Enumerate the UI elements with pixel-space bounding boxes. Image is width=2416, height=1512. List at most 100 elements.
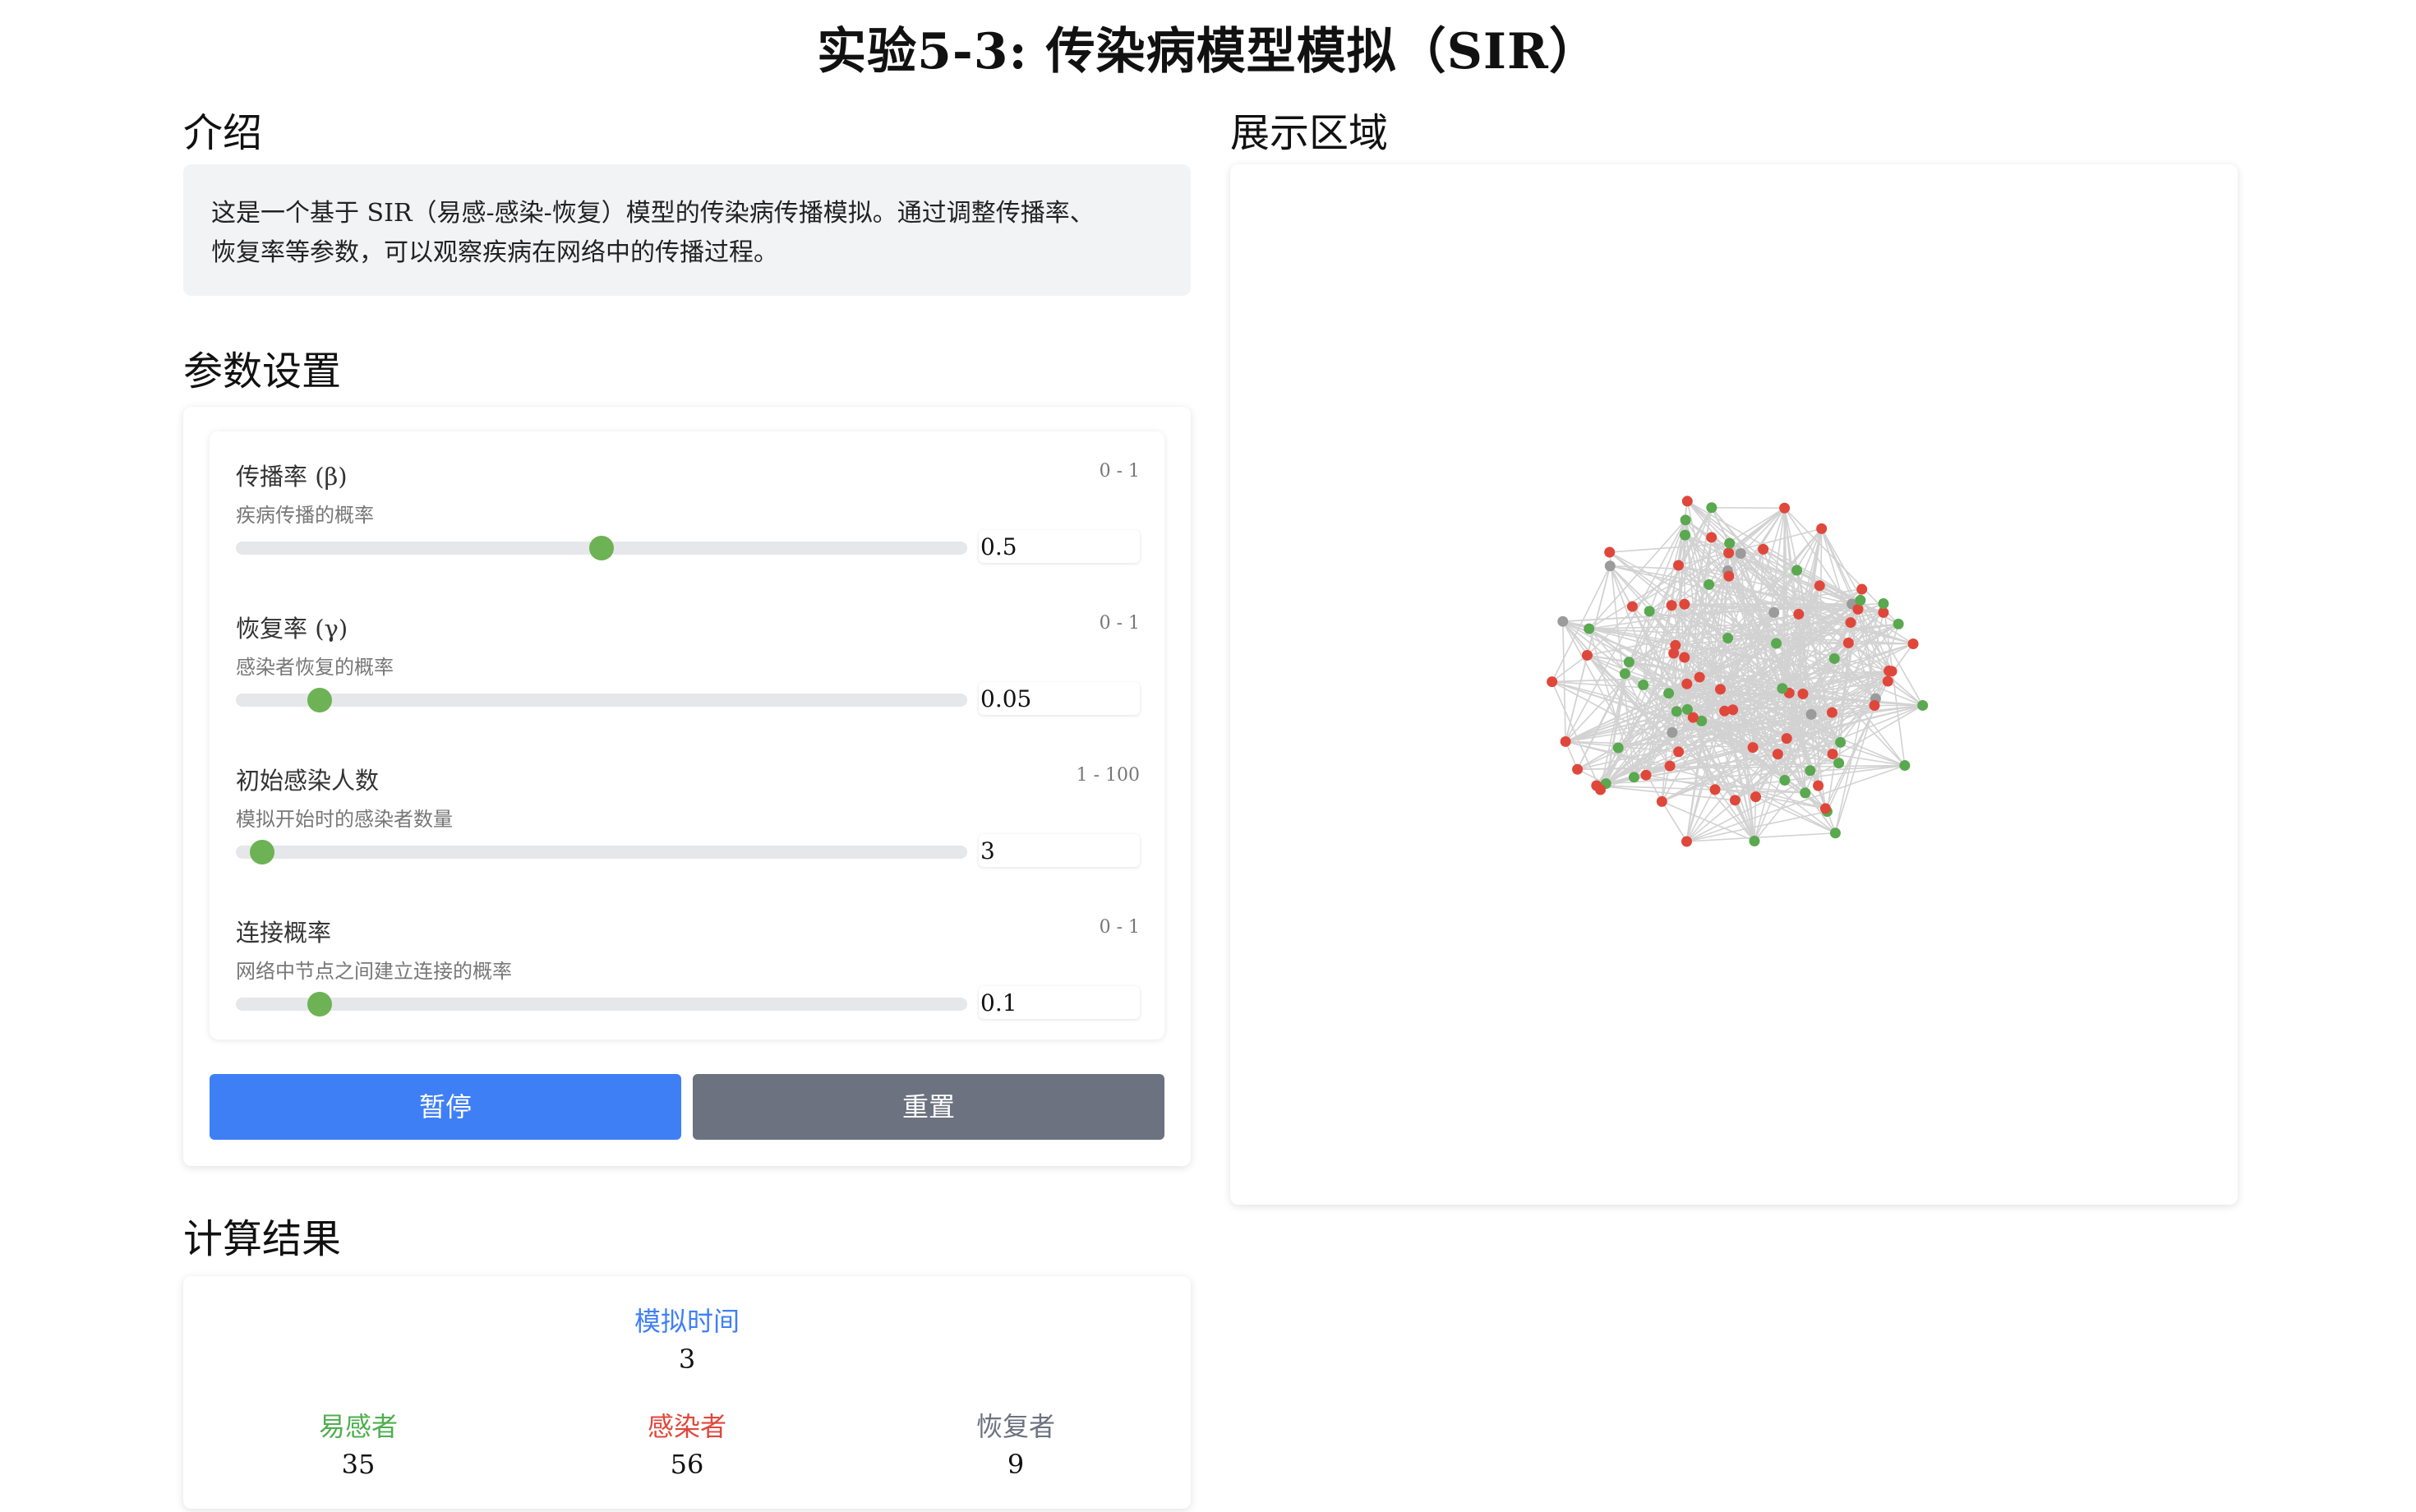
transmission-rate-input[interactable]: 0.5 [979,530,1140,563]
network-node-infected[interactable] [1656,795,1667,807]
network-node-infected[interactable] [1729,795,1741,806]
network-node-infected[interactable] [1869,699,1880,711]
network-node-infected[interactable] [1907,638,1919,650]
network-node-infected[interactable] [1572,763,1584,775]
slider-thumb[interactable] [250,840,275,864]
network-node-infected[interactable] [1681,836,1692,847]
network-node-susceptible[interactable] [1679,529,1690,541]
network-node-infected[interactable] [1772,749,1783,760]
network-node-recovered[interactable] [1604,560,1616,572]
network-node-susceptible[interactable] [1800,787,1811,799]
network-node-susceptible[interactable] [1680,514,1691,526]
network-node-susceptible[interactable] [1724,537,1736,549]
network-node-susceptible[interactable] [1835,736,1847,748]
network-node-susceptible[interactable] [1584,623,1595,634]
network-node-infected[interactable] [1827,749,1838,760]
network-node-infected[interactable] [1687,712,1699,723]
network-node-susceptible[interactable] [1644,606,1655,617]
network-node-infected[interactable] [1747,742,1759,754]
network-node-susceptible[interactable] [1638,679,1649,690]
network-node-infected[interactable] [1672,560,1684,571]
network-node-infected[interactable] [1813,780,1824,791]
network-node-susceptible[interactable] [1878,597,1889,609]
network-node-susceptible[interactable] [1899,760,1911,772]
network-node-susceptible[interactable] [1706,502,1717,514]
network-node-infected[interactable] [1679,652,1690,663]
network-node-susceptible[interactable] [1893,618,1904,629]
network-node-infected[interactable] [1714,684,1726,695]
network-node-infected[interactable] [1793,608,1805,620]
network-node-infected[interactable] [1723,547,1735,559]
network-node-infected[interactable] [1640,769,1652,781]
network-node-infected[interactable] [1750,791,1762,803]
network-node-infected[interactable] [1723,570,1735,582]
network-node-susceptible[interactable] [1917,699,1929,711]
network-node-susceptible[interactable] [1779,775,1791,786]
network-node-infected[interactable] [1626,601,1638,612]
network-node-susceptible[interactable] [1749,836,1760,847]
network-node-susceptible[interactable] [1791,565,1803,576]
network-node-susceptible[interactable] [1833,758,1845,769]
network-node-infected[interactable] [1668,648,1680,659]
network-node-infected[interactable] [1560,735,1571,747]
network-node-susceptible[interactable] [1722,633,1734,644]
network-node-susceptible[interactable] [1828,652,1840,664]
network-node-infected[interactable] [1819,803,1831,814]
network-node-infected[interactable] [1886,666,1897,677]
network-node-infected[interactable] [1797,688,1809,699]
network-node-infected[interactable] [1681,678,1693,689]
recovery-rate-input[interactable]: 0.05 [979,682,1140,715]
network-node-infected[interactable] [1664,760,1676,772]
network-node-recovered[interactable] [1805,708,1817,720]
network-node-infected[interactable] [1826,707,1837,718]
network-node-susceptible[interactable] [1777,683,1788,694]
network-node-recovered[interactable] [1768,606,1780,618]
network-node-susceptible[interactable] [1663,688,1675,699]
network-node-infected[interactable] [1595,784,1607,795]
initial-infected-input[interactable]: 3 [979,834,1140,867]
network-node-infected[interactable] [1814,580,1825,592]
network-node-infected[interactable] [1719,705,1731,717]
network-node-susceptible[interactable] [1623,657,1634,668]
connection-probability-input[interactable]: 0.1 [979,986,1140,1019]
network-node-recovered[interactable] [1557,615,1569,627]
network-node-infected[interactable] [1709,784,1721,795]
network-node-infected[interactable] [1681,496,1693,507]
network-node-susceptible[interactable] [1619,668,1630,680]
reset-button[interactable]: 重置 [693,1074,1164,1140]
network-node-infected[interactable] [1781,733,1792,744]
pause-button[interactable]: 暂停 [210,1074,681,1140]
network-node-infected[interactable] [1694,671,1705,683]
network-node-infected[interactable] [1758,543,1769,555]
network-node-infected[interactable] [1816,523,1828,534]
network-node-recovered[interactable] [1667,726,1678,738]
network-graph[interactable] [1230,164,2238,1205]
network-node-susceptible[interactable] [1612,742,1624,754]
network-node-susceptible[interactable] [1704,579,1715,590]
network-node-susceptible[interactable] [1855,594,1866,606]
network-node-infected[interactable] [1779,502,1791,514]
network-node-infected[interactable] [1604,546,1616,558]
initial-infected-slider[interactable] [236,840,967,864]
network-node-infected[interactable] [1666,600,1677,611]
network-node-infected[interactable] [1547,676,1558,688]
slider-thumb[interactable] [589,536,614,560]
network-node-infected[interactable] [1856,583,1868,595]
network-node-infected[interactable] [1706,532,1717,543]
slider-thumb[interactable] [307,992,333,1016]
slider-thumb[interactable] [307,688,333,712]
network-node-susceptible[interactable] [1628,772,1639,783]
network-node-recovered[interactable] [1735,548,1746,560]
network-node-infected[interactable] [1673,746,1685,758]
network-node-infected[interactable] [1679,598,1690,610]
network-node-susceptible[interactable] [1805,765,1816,777]
network-node-susceptible[interactable] [1771,638,1782,649]
network-node-infected[interactable] [1842,637,1854,648]
network-node-infected[interactable] [1845,617,1856,629]
transmission-rate-slider[interactable] [236,536,967,560]
network-node-infected[interactable] [1852,603,1864,615]
network-node-infected[interactable] [1581,649,1593,661]
network-node-susceptible[interactable] [1829,827,1841,839]
recovery-rate-slider[interactable] [236,688,967,712]
connection-probability-slider[interactable] [236,992,967,1016]
